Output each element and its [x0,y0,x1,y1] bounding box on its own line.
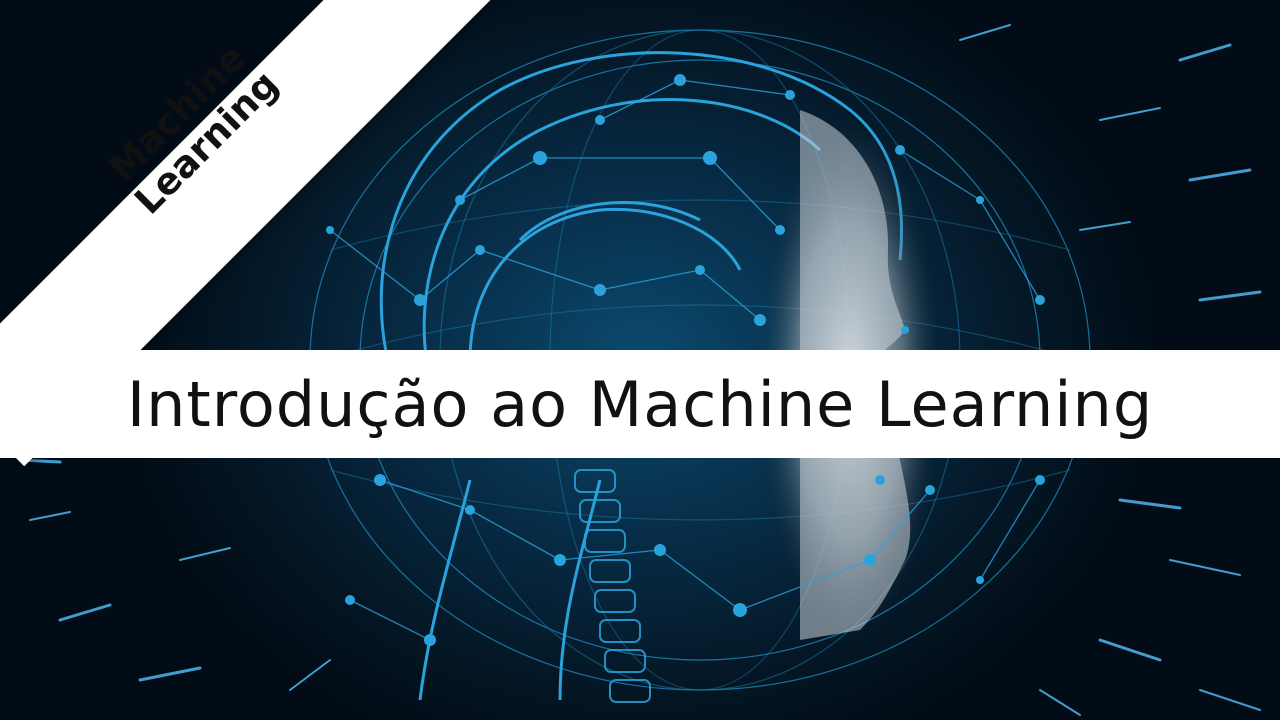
video-title: Introdução ao Machine Learning [126,367,1154,441]
title-band: Introdução ao Machine Learning [0,350,1280,458]
video-thumbnail: Machine Learning Introdução ao Machine L… [0,0,1280,720]
spine [574,469,651,703]
